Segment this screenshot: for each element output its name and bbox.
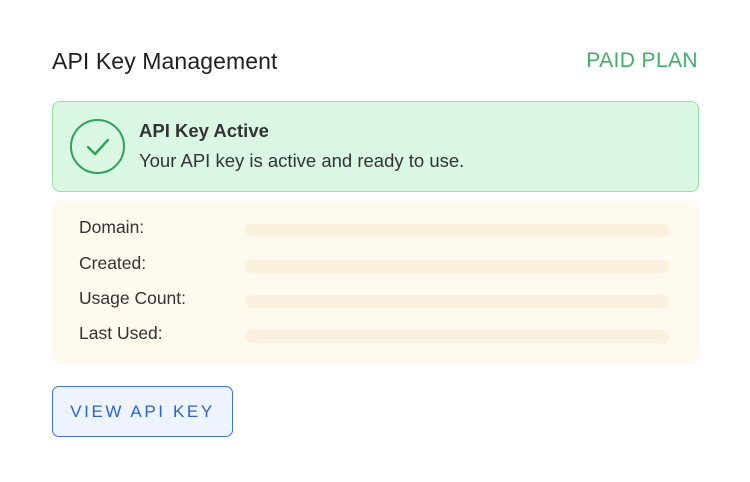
value-placeholder bbox=[245, 329, 669, 343]
status-text: API Key Active Your API key is active an… bbox=[139, 120, 464, 172]
page-header: API Key Management PAID PLAN bbox=[52, 46, 698, 76]
status-banner: API Key Active Your API key is active an… bbox=[52, 101, 699, 192]
key-details-panel: Domain: Created: Usage Count: Last Used: bbox=[52, 201, 699, 363]
detail-row-usage-count: Usage Count: bbox=[79, 286, 669, 310]
detail-label: Usage Count: bbox=[79, 287, 187, 308]
detail-row-created: Created: bbox=[79, 251, 669, 275]
detail-row-last-used: Last Used: bbox=[79, 321, 669, 345]
api-key-page: API Key Management PAID PLAN API Key Act… bbox=[0, 0, 750, 482]
value-placeholder bbox=[245, 294, 669, 308]
page-title: API Key Management bbox=[52, 47, 278, 74]
status-message: Your API key is active and ready to use. bbox=[139, 149, 465, 171]
status-title: API Key Active bbox=[139, 119, 269, 141]
plan-badge: PAID PLAN bbox=[586, 49, 698, 72]
check-circle-icon bbox=[70, 119, 125, 174]
detail-label: Domain: bbox=[79, 216, 145, 237]
detail-label: Last Used: bbox=[79, 322, 163, 343]
value-placeholder bbox=[245, 259, 669, 273]
value-placeholder bbox=[245, 223, 669, 237]
detail-row-domain: Domain: bbox=[79, 215, 669, 239]
view-api-key-button[interactable]: VIEW API KEY bbox=[52, 386, 233, 437]
detail-label: Created: bbox=[79, 252, 147, 273]
